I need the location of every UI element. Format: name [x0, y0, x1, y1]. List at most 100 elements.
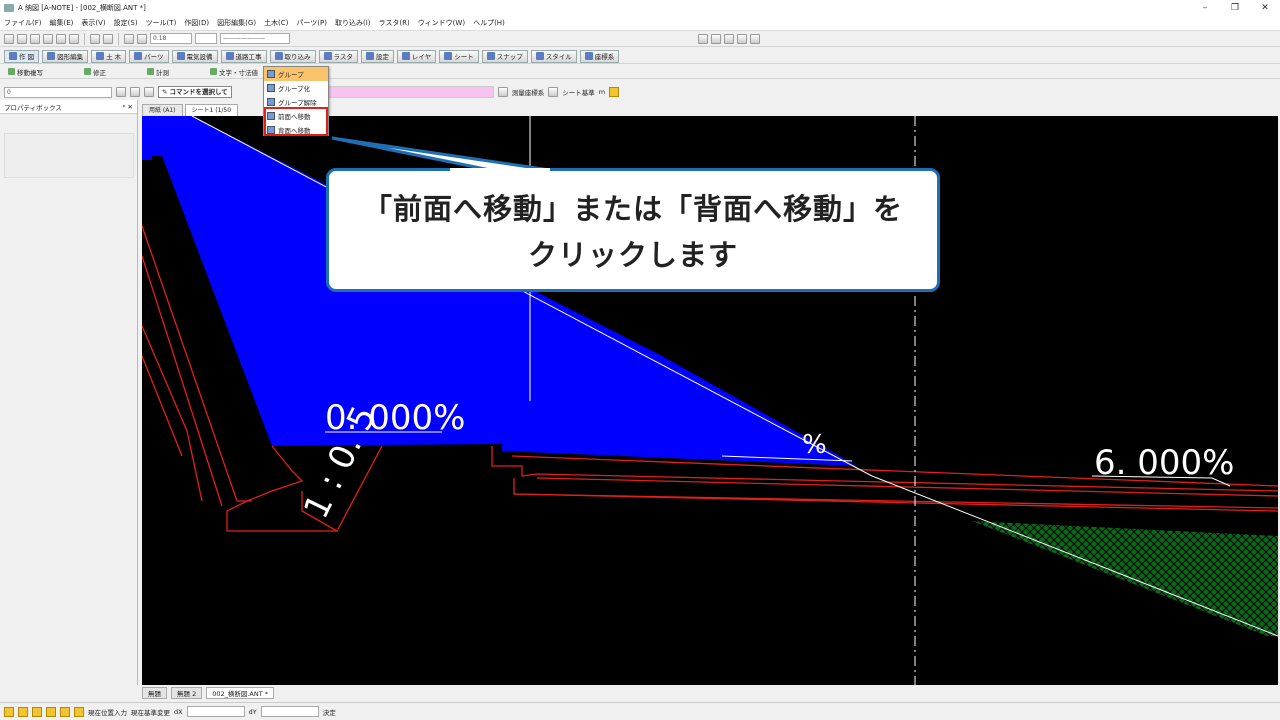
grid-toggle-icon[interactable] — [4, 706, 14, 717]
measure-button[interactable]: 計測 — [143, 66, 173, 78]
tab-sheet1[interactable]: シート1 (1/50 — [184, 104, 239, 116]
unit-select[interactable]: m — [599, 88, 605, 96]
electric-icon — [176, 52, 185, 60]
tab-draw[interactable]: 作 図 — [4, 49, 40, 63]
print-icon[interactable] — [69, 33, 79, 44]
sheet-icon — [444, 52, 453, 60]
tab-raster[interactable]: ラスタ — [318, 49, 358, 63]
tab-snap[interactable]: スナップ — [481, 49, 528, 63]
tab-road[interactable]: 道路工事 — [220, 49, 267, 63]
command-row: 0 ✎ コマンドを選択して 測量座標系 シート基準 m — [0, 85, 1280, 99]
menu-settings[interactable]: 設定(S) — [114, 18, 138, 28]
line-width-select[interactable]: 0.18 — [150, 33, 192, 44]
grid-icon[interactable] — [711, 33, 721, 44]
position-input-label[interactable]: 現在位置入力 — [88, 707, 127, 717]
panel-close-button[interactable]: ᵖ ✕ — [123, 103, 133, 111]
command-box: ✎ コマンドを選択して — [158, 86, 232, 98]
circle-icon[interactable] — [60, 706, 70, 717]
menu-help[interactable]: ヘルプ(H) — [473, 18, 505, 28]
tab-parts[interactable]: パーツ — [129, 49, 169, 63]
tab-sheet[interactable]: シート — [439, 49, 479, 63]
command-input[interactable] — [303, 86, 494, 98]
toolbar-separator — [118, 32, 119, 45]
zoom-icon[interactable] — [137, 33, 147, 44]
file-tab-2[interactable]: 無題 2 — [171, 687, 203, 699]
tab-electric[interactable]: 電気設備 — [171, 49, 218, 63]
civil-icon — [96, 52, 105, 60]
redo-icon[interactable] — [103, 33, 113, 44]
menu-tools[interactable]: ツール(T) — [146, 18, 177, 28]
tab-import[interactable]: 取り込み — [269, 49, 316, 63]
tab-civil[interactable]: 土 木 — [91, 49, 127, 63]
base-change-label[interactable]: 現在基準変更 — [131, 707, 170, 717]
tab-paper[interactable]: 用紙 (A1) — [142, 104, 183, 116]
tab-settings[interactable]: 設定 — [360, 49, 394, 63]
line-type-select[interactable]: ——————— — [220, 33, 290, 44]
color-select[interactable] — [195, 33, 217, 44]
minimize-button[interactable]: – — [1190, 0, 1220, 16]
menu-shape-edit[interactable]: 図形編集(G) — [217, 18, 256, 28]
tab-coord[interactable]: 座標系 — [579, 49, 620, 63]
text-dimension-button[interactable]: 文字・寸法値 — [206, 66, 262, 78]
move-copy-button[interactable]: 移動複写 — [4, 66, 47, 78]
new-file-icon[interactable] — [4, 33, 14, 44]
survey-coord-icon[interactable] — [497, 87, 508, 97]
settings-icon[interactable] — [609, 87, 620, 97]
layer-lock-icon[interactable] — [144, 87, 154, 97]
file-tab-1[interactable]: 無題 — [142, 687, 167, 699]
menu-civil[interactable]: 土木(C) — [264, 18, 288, 28]
main-toolbar: 0.18 ——————— — [0, 31, 1280, 47]
menu-draw[interactable]: 作図(D) — [184, 18, 209, 28]
highlight-box — [264, 107, 328, 136]
ortho-toggle-icon[interactable] — [18, 706, 28, 717]
eyedropper-icon[interactable] — [737, 33, 747, 44]
measure-icon — [147, 68, 154, 75]
target-icon[interactable] — [46, 706, 56, 717]
coord-icon — [584, 52, 593, 60]
file-tab-3[interactable]: 002_横断図.ANT * — [206, 687, 275, 699]
sheet-basis-select[interactable]: シート基準 — [562, 87, 595, 97]
window-controls: – ❐ ✕ — [1190, 0, 1280, 16]
menu-raster[interactable]: ラスタ(R) — [379, 18, 410, 28]
menu-window[interactable]: ウィンドウ(W) — [418, 18, 465, 28]
menu-file[interactable]: ファイル(F) — [4, 18, 42, 28]
layer-select[interactable]: 0 — [4, 86, 112, 98]
layer-props-icon[interactable] — [130, 87, 140, 97]
sheet-basis-icon[interactable] — [548, 87, 559, 97]
tab-shape-edit[interactable]: 図形編集 — [42, 49, 89, 63]
layer-list-icon[interactable] — [116, 87, 126, 97]
tab-layer[interactable]: レイヤ — [396, 49, 437, 63]
group-create-icon — [267, 84, 275, 92]
snap-icon[interactable] — [698, 33, 708, 44]
dy-label: dY — [248, 707, 257, 716]
coord-system-select[interactable]: 測量座標系 — [512, 87, 545, 97]
panel-title: プロパティボックス — [4, 103, 62, 112]
menu-edit[interactable]: 編集(E) — [50, 18, 74, 28]
help-icon[interactable] — [124, 33, 134, 44]
menu-item-group-create[interactable]: グループ化 — [264, 81, 328, 95]
table-icon[interactable] — [74, 706, 84, 717]
property-area — [4, 133, 134, 178]
dy-field[interactable] — [260, 706, 319, 717]
dx-field[interactable] — [186, 706, 245, 717]
open-file-icon[interactable] — [17, 33, 27, 44]
raster-icon — [323, 52, 332, 60]
save-icon[interactable] — [30, 33, 40, 44]
tab-style[interactable]: スタイル — [530, 49, 577, 63]
menu-view[interactable]: 表示(V) — [81, 18, 105, 28]
modify-button[interactable]: 修正 — [80, 66, 110, 78]
restore-button[interactable]: ❐ — [1220, 0, 1250, 16]
menu-import[interactable]: 取り込み(I) — [335, 18, 371, 28]
pen-icon — [9, 52, 17, 60]
menu-item-group[interactable]: グループ — [264, 67, 328, 81]
confirm-button[interactable]: 決定 — [323, 707, 336, 717]
copy-icon[interactable] — [56, 33, 66, 44]
layer-icon[interactable] — [750, 33, 760, 44]
menu-parts[interactable]: パーツ(P) — [296, 18, 327, 28]
cut-icon[interactable] — [43, 33, 53, 44]
info-icon[interactable] — [724, 33, 734, 44]
parts-icon — [134, 52, 143, 60]
snap-toggle-icon[interactable] — [32, 706, 42, 717]
undo-icon[interactable] — [90, 33, 100, 44]
close-button[interactable]: ✕ — [1250, 0, 1280, 16]
